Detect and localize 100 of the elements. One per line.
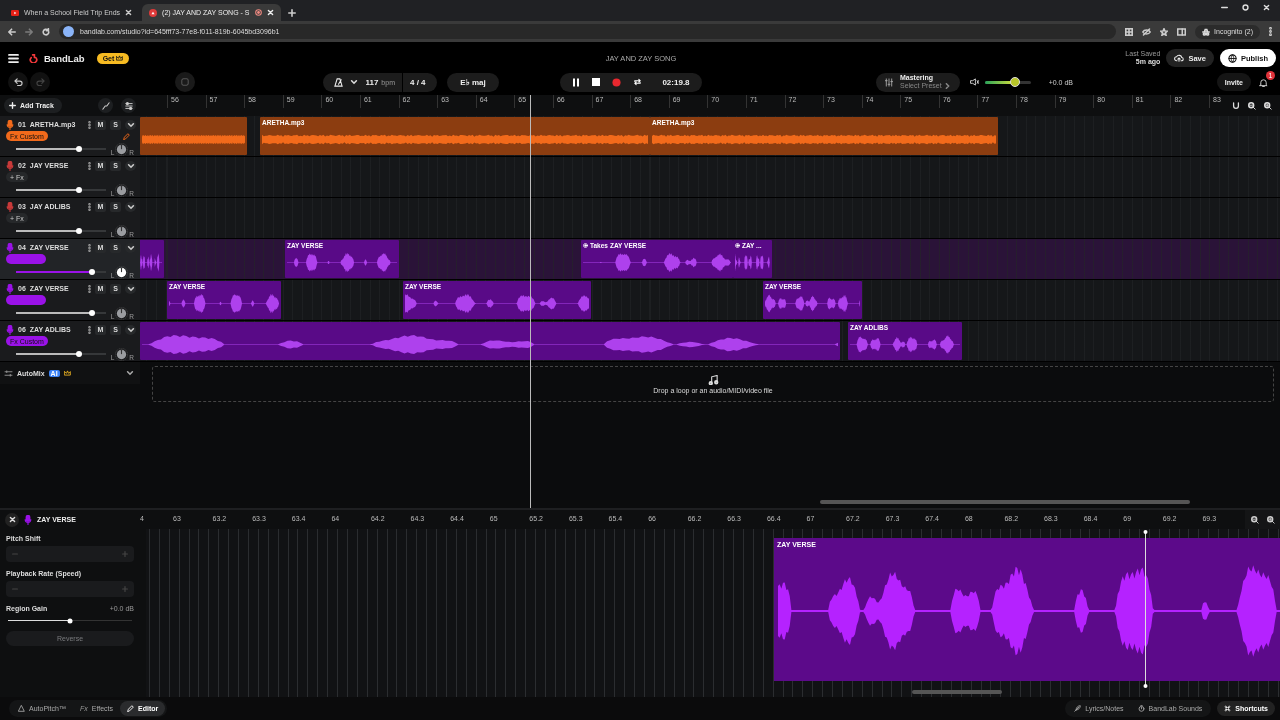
more-icon[interactable] <box>1269 27 1272 36</box>
volume-slider[interactable] <box>984 80 1031 84</box>
eye-off-icon[interactable] <box>1142 27 1152 36</box>
waveform-drawing <box>140 251 162 274</box>
menu-icon[interactable] <box>8 53 19 63</box>
slider-thumb[interactable] <box>76 228 82 234</box>
automation-button[interactable] <box>98 98 113 113</box>
crown-icon <box>63 370 71 376</box>
more-icon[interactable] <box>88 202 91 211</box>
slider-thumb[interactable] <box>76 146 82 152</box>
music-note-icon <box>707 374 719 385</box>
fx-button[interactable] <box>6 295 46 305</box>
globe-icon <box>1227 53 1237 63</box>
pan-knob-icon[interactable] <box>115 266 129 279</box>
audio-clip[interactable] <box>140 117 247 155</box>
slider-thumb[interactable] <box>76 187 82 193</box>
close-icon[interactable] <box>1263 4 1270 11</box>
playhead[interactable] <box>1143 530 1148 688</box>
expand-button[interactable] <box>125 119 136 130</box>
chevron-down-icon[interactable] <box>350 78 359 86</box>
pencil-icon[interactable] <box>123 132 130 140</box>
chevron-right-icon <box>944 82 950 89</box>
sliders-icon[interactable] <box>4 369 13 377</box>
close-icon[interactable] <box>125 9 133 16</box>
takes-icon[interactable] <box>735 243 740 248</box>
recording-icon <box>254 9 262 16</box>
tab-grid-icon[interactable] <box>1125 27 1134 36</box>
forward-icon[interactable] <box>25 27 33 36</box>
plus-icon <box>9 102 16 109</box>
new-tab-icon[interactable] <box>287 9 296 17</box>
pan-knob-icon[interactable] <box>115 184 129 197</box>
pan-knob-icon[interactable] <box>115 225 129 238</box>
arrange-settings-button[interactable] <box>121 98 136 113</box>
slider-thumb[interactable] <box>88 269 95 275</box>
loop-button[interactable] <box>633 78 643 86</box>
pyramid-icon <box>18 705 25 712</box>
expand-button[interactable] <box>125 324 136 335</box>
cloud-upload-icon <box>1174 54 1185 62</box>
close-button[interactable] <box>5 512 19 527</box>
chevron-down-icon[interactable] <box>126 369 134 377</box>
restore-icon[interactable] <box>1242 4 1249 11</box>
star-icon[interactable] <box>1160 27 1169 36</box>
time-signature: 4 / 4 <box>409 77 426 87</box>
side-panel-icon[interactable] <box>1177 27 1187 36</box>
time-display: 02:19.8 <box>662 77 690 87</box>
expand-button[interactable] <box>125 201 136 212</box>
minimize-icon[interactable] <box>1221 4 1228 11</box>
app-icon <box>149 8 158 17</box>
video-icon <box>11 9 19 16</box>
curve-icon <box>101 101 110 110</box>
crown-icon <box>116 55 124 61</box>
zoom-in-icon[interactable] <box>1264 101 1272 110</box>
notifications-button[interactable] <box>1259 77 1268 87</box>
slider-thumb[interactable] <box>1009 77 1020 87</box>
zoom-out-icon[interactable] <box>1248 101 1256 110</box>
feather-icon <box>1074 705 1082 712</box>
reload-icon[interactable] <box>42 27 50 36</box>
metronome-icon[interactable] <box>334 77 344 87</box>
slider-thumb[interactable] <box>67 618 73 623</box>
stop-button[interactable] <box>592 78 601 86</box>
close-icon <box>8 516 16 523</box>
expand-button[interactable] <box>125 283 136 294</box>
undo-button[interactable] <box>8 72 28 92</box>
app-logo-text: BandLab <box>44 52 85 64</box>
sliders-icon <box>124 101 133 110</box>
pencil-icon <box>127 705 135 712</box>
more-icon[interactable] <box>88 284 91 293</box>
more-icon[interactable] <box>88 120 91 129</box>
audio-clip[interactable] <box>140 322 840 360</box>
slider-thumb[interactable] <box>88 310 95 316</box>
redo-icon <box>35 78 45 86</box>
speaker-icon[interactable] <box>969 78 979 86</box>
back-icon[interactable] <box>8 27 16 36</box>
scrollbar-thumb[interactable] <box>820 500 1190 504</box>
sliders-icon <box>884 77 894 87</box>
more-icon[interactable] <box>88 161 91 170</box>
takes-icon[interactable] <box>583 243 588 248</box>
incognito-icon <box>1202 27 1211 36</box>
pause-button[interactable] <box>572 77 581 87</box>
pan-knob-icon[interactable] <box>115 307 129 320</box>
pan-knob-icon[interactable] <box>115 348 129 361</box>
slider-thumb[interactable] <box>76 351 82 357</box>
more-icon[interactable] <box>88 325 91 334</box>
magnet-icon[interactable] <box>1232 101 1240 110</box>
zoom-in-icon[interactable] <box>1267 515 1275 524</box>
zoom-out-icon[interactable] <box>1251 515 1259 524</box>
scrollbar-thumb[interactable] <box>912 690 1002 694</box>
tempo-value: 117 <box>365 77 379 87</box>
record-button[interactable] <box>612 77 622 87</box>
command-icon <box>1224 705 1232 712</box>
square-icon <box>181 78 189 86</box>
fx-button[interactable] <box>6 254 46 264</box>
expand-button[interactable] <box>125 242 136 253</box>
key-selector[interactable]: E♭ maj <box>447 72 499 92</box>
microphone-icon <box>24 514 32 525</box>
expand-button[interactable] <box>125 160 136 171</box>
more-icon[interactable] <box>88 243 91 252</box>
undo-icon <box>13 78 23 86</box>
audio-clip[interactable] <box>140 240 164 278</box>
pan-knob-icon[interactable] <box>115 143 129 156</box>
